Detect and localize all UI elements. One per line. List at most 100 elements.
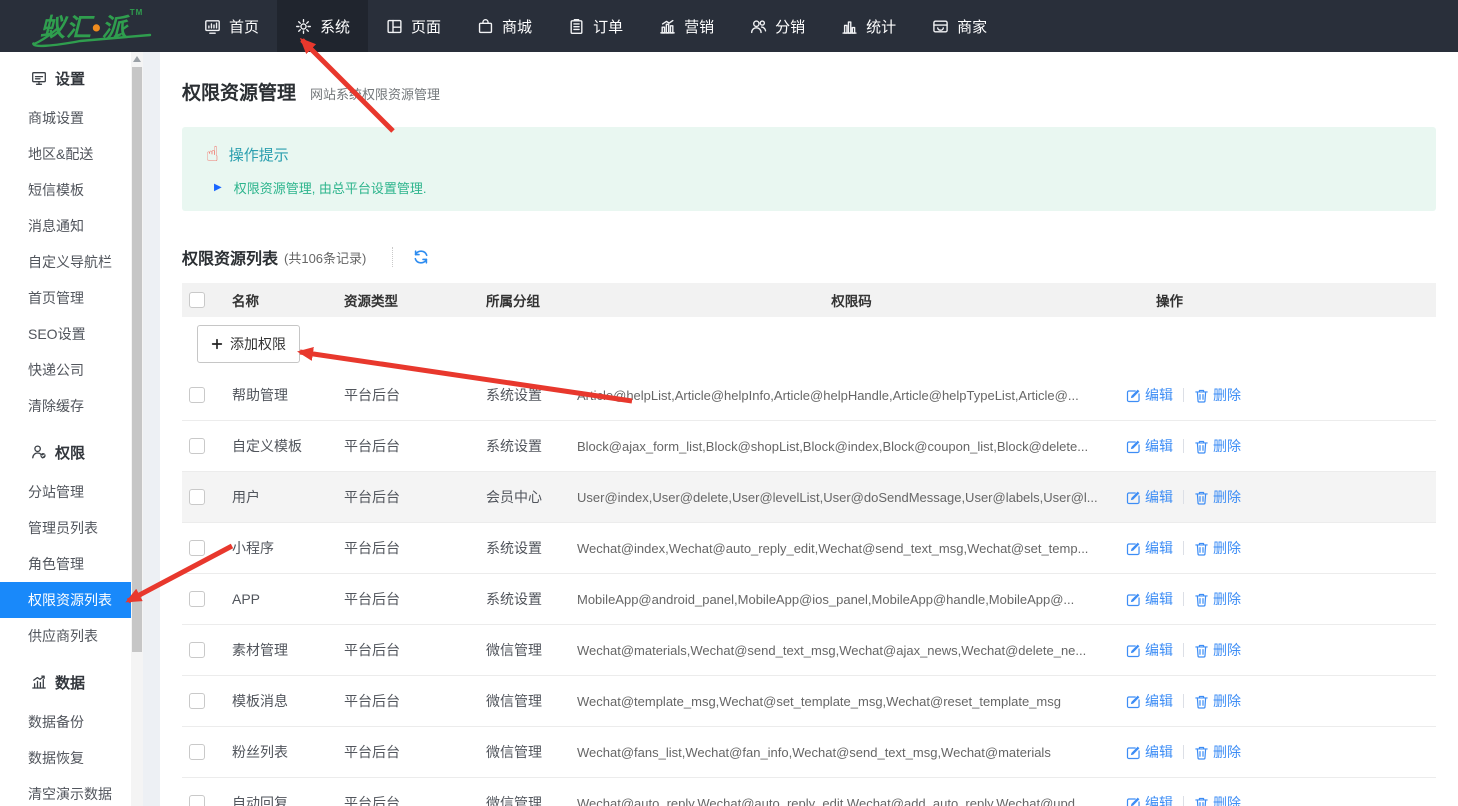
nav-item[interactable]: 首页 xyxy=(186,0,277,52)
trash-icon xyxy=(1194,694,1209,709)
sidebar-main-gap xyxy=(143,52,160,806)
scrollbar-thumb[interactable] xyxy=(132,67,142,652)
row-checkbox[interactable] xyxy=(189,489,205,505)
delete-button[interactable]: 删除 xyxy=(1194,436,1241,456)
select-all-checkbox[interactable] xyxy=(189,292,205,308)
sidebar-section-title: 数据 xyxy=(55,672,85,693)
nav-item[interactable]: 商家 xyxy=(914,0,1005,52)
sidebar-item[interactable]: 清除缓存 xyxy=(0,388,131,424)
edit-button[interactable]: 编辑 xyxy=(1126,589,1173,609)
edit-button[interactable]: 编辑 xyxy=(1126,793,1173,806)
tip-title: 操作提示 xyxy=(229,144,289,165)
list-count: (共106条记录) xyxy=(284,248,366,267)
delete-button[interactable]: 删除 xyxy=(1194,589,1241,609)
cell-name: 素材管理 xyxy=(232,640,344,660)
row-checkbox[interactable] xyxy=(189,540,205,556)
sidebar-section-title: 权限 xyxy=(55,442,85,463)
sidebar-item[interactable]: 清空演示数据 xyxy=(0,776,131,806)
edit-button[interactable]: 编辑 xyxy=(1126,691,1173,711)
scrollbar-up-arrow-icon[interactable] xyxy=(133,56,141,62)
row-actions: 编辑 删除 xyxy=(1126,793,1436,806)
refresh-button[interactable] xyxy=(413,249,429,265)
permission-table: 名称 资源类型 所属分组 权限码 操作 添加权限 帮助管理 平台后台 系统设置 … xyxy=(182,283,1436,806)
sidebar-item[interactable]: 数据备份 xyxy=(0,704,131,740)
cell-permission-code: Wechat@fans_list,Wechat@fan_info,Wechat@… xyxy=(577,745,1126,760)
row-checkbox[interactable] xyxy=(189,438,205,454)
sidebar-item[interactable]: 管理员列表 xyxy=(0,510,131,546)
sidebar-item[interactable]: 分站管理 xyxy=(0,474,131,510)
sidebar-item[interactable]: 地区&配送 xyxy=(0,136,131,172)
logo-tm: TM xyxy=(130,8,144,17)
row-checkbox[interactable] xyxy=(189,591,205,607)
table-row: 模板消息 平台后台 微信管理 Wechat@template_msg,Wecha… xyxy=(182,676,1436,727)
nav-item[interactable]: 系统 xyxy=(277,0,368,52)
sidebar-item[interactable]: 首页管理 xyxy=(0,280,131,316)
row-checkbox[interactable] xyxy=(189,795,205,806)
action-divider xyxy=(1183,745,1184,759)
delete-button[interactable]: 删除 xyxy=(1194,487,1241,507)
nav-item-label: 分销 xyxy=(775,16,805,37)
sidebar-item[interactable]: 快递公司 xyxy=(0,352,131,388)
sidebar-item[interactable]: SEO设置 xyxy=(0,316,131,352)
delete-button[interactable]: 删除 xyxy=(1194,742,1241,762)
cell-name: 用户 xyxy=(232,487,344,507)
sidebar-item[interactable]: 消息通知 xyxy=(0,208,131,244)
nav-item[interactable]: 页面 xyxy=(368,0,459,52)
nav-item[interactable]: 商城 xyxy=(459,0,550,52)
edit-button[interactable]: 编辑 xyxy=(1126,436,1173,456)
cell-group: 微信管理 xyxy=(486,691,577,711)
cell-type: 平台后台 xyxy=(344,640,486,660)
list-header: 权限资源列表 (共106条记录) xyxy=(182,243,1436,271)
delete-button[interactable]: 删除 xyxy=(1194,793,1241,806)
edit-button[interactable]: 编辑 xyxy=(1126,742,1173,762)
edit-button[interactable]: 编辑 xyxy=(1126,538,1173,558)
trash-icon xyxy=(1194,388,1209,403)
logo-part1: 蚁汇 xyxy=(40,14,92,42)
permission-section-icon xyxy=(31,444,47,460)
nav-item-label: 统计 xyxy=(866,16,896,37)
gear-icon xyxy=(295,18,312,35)
sidebar-item[interactable]: 数据恢复 xyxy=(0,740,131,776)
nav-item[interactable]: 统计 xyxy=(823,0,914,52)
delete-button[interactable]: 删除 xyxy=(1194,538,1241,558)
sidebar-item[interactable]: 权限资源列表 xyxy=(0,582,131,618)
sidebar-item[interactable]: 角色管理 xyxy=(0,546,131,582)
nav-item-label: 营销 xyxy=(684,16,714,37)
nav-item[interactable]: 订单 xyxy=(550,0,641,52)
row-checkbox[interactable] xyxy=(189,387,205,403)
delete-button[interactable]: 删除 xyxy=(1194,385,1241,405)
logo-part2: 派 xyxy=(102,14,128,42)
sidebar-item[interactable]: 短信模板 xyxy=(0,172,131,208)
add-permission-button[interactable]: 添加权限 xyxy=(197,325,300,363)
row-checkbox[interactable] xyxy=(189,693,205,709)
row-checkbox[interactable] xyxy=(189,642,205,658)
sidebar-item[interactable]: 自定义导航栏 xyxy=(0,244,131,280)
cell-group: 微信管理 xyxy=(486,640,577,660)
table-row: 素材管理 平台后台 微信管理 Wechat@materials,Wechat@s… xyxy=(182,625,1436,676)
nav-item[interactable]: 营销 xyxy=(641,0,732,52)
edit-button[interactable]: 编辑 xyxy=(1126,487,1173,507)
edit-button[interactable]: 编辑 xyxy=(1126,640,1173,660)
sidebar-item[interactable]: 供应商列表 xyxy=(0,618,131,654)
delete-button[interactable]: 删除 xyxy=(1194,640,1241,660)
cell-name: APP xyxy=(232,591,344,607)
sidebar-scrollbar[interactable] xyxy=(131,52,143,806)
sidebar-item[interactable]: 商城设置 xyxy=(0,100,131,136)
cell-permission-code: Wechat@index,Wechat@auto_reply_edit,Wech… xyxy=(577,541,1126,556)
row-actions: 编辑 删除 xyxy=(1126,640,1436,660)
cell-type: 平台后台 xyxy=(344,385,486,405)
mall-icon xyxy=(477,18,494,35)
edit-icon xyxy=(1126,796,1141,806)
cell-group: 系统设置 xyxy=(486,385,577,405)
delete-button[interactable]: 删除 xyxy=(1194,691,1241,711)
logo-dot: • xyxy=(92,14,102,42)
stats-icon xyxy=(841,18,858,35)
action-divider xyxy=(1183,694,1184,708)
row-checkbox[interactable] xyxy=(189,744,205,760)
cell-type: 平台后台 xyxy=(344,436,486,456)
cell-type: 平台后台 xyxy=(344,793,486,806)
list-title: 权限资源列表 xyxy=(182,245,278,269)
edit-button[interactable]: 编辑 xyxy=(1126,385,1173,405)
column-header-group: 所属分组 xyxy=(486,290,577,310)
nav-item[interactable]: 分销 xyxy=(732,0,823,52)
